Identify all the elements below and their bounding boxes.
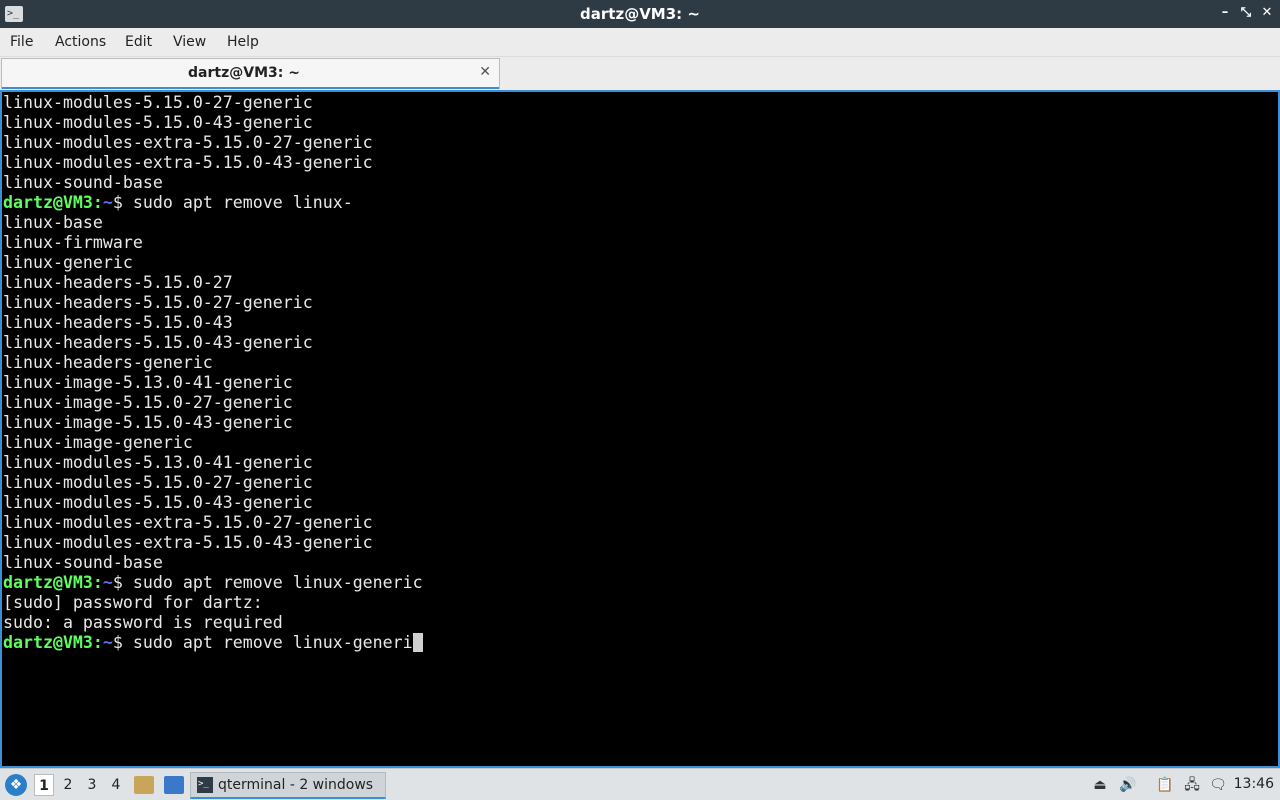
- tab-close-icon[interactable]: ✕: [479, 64, 491, 80]
- clipboard-icon[interactable]: 📋: [1156, 776, 1174, 794]
- desktop-1-button[interactable]: 1: [34, 774, 54, 796]
- prompt-user-host: dartz@VM3: [3, 573, 93, 592]
- taskbar-task-qterminal[interactable]: >_ qterminal - 2 windows: [190, 772, 386, 799]
- menu-view[interactable]: View: [173, 34, 206, 50]
- window-titlebar[interactable]: >_ dartz@VM3: ~ – ⤡ ✕: [0, 0, 1280, 28]
- clock: 13:46: [1233, 776, 1274, 792]
- taskbar: ❖ 1 2 3 4 >_ qterminal - 2 windows ⏏ 🔊 📋…: [0, 768, 1280, 800]
- terminal-output-line: linux-modules-5.15.0-43-generic: [3, 113, 313, 132]
- terminal-view[interactable]: linux-modules-5.15.0-27-generic linux-mod…: [0, 90, 1280, 768]
- prompt-separator: :: [92, 633, 103, 652]
- window-title: dartz@VM3: ~: [580, 5, 700, 23]
- terminal-output-line: linux-image-5.15.0-27-generic: [3, 393, 293, 412]
- terminal-output-line: linux-modules-5.13.0-41-generic: [3, 453, 313, 472]
- eject-icon[interactable]: ⏏: [1091, 776, 1109, 794]
- file-manager-icon[interactable]: [134, 776, 154, 794]
- prompt-path: ~: [102, 573, 113, 592]
- prompt-user-host: dartz@VM3: [3, 193, 93, 212]
- terminal-output-line: linux-modules-5.15.0-27-generic: [3, 473, 313, 492]
- tab-active-indicator: [2, 87, 499, 89]
- terminal-output-line: linux-modules-extra-5.15.0-27-generic: [3, 513, 373, 532]
- command-text: sudo apt remove linux-generic: [132, 573, 423, 592]
- volume-icon[interactable]: 🔊: [1119, 776, 1137, 794]
- terminal-output-line: linux-headers-5.15.0-27-generic: [3, 293, 313, 312]
- prompt-symbol: $: [112, 633, 133, 652]
- terminal-cursor: [412, 633, 423, 652]
- tab-bar: dartz@VM3: ~ ✕: [0, 57, 1280, 90]
- terminal-output-line: linux-modules-5.15.0-27-generic: [3, 93, 313, 112]
- prompt-path: ~: [102, 633, 113, 652]
- terminal-output-line: linux-modules-extra-5.15.0-27-generic: [3, 133, 373, 152]
- terminal-output: linux-modules-5.15.0-27-generic linux-mod…: [3, 93, 423, 653]
- prompt-separator: :: [92, 573, 103, 592]
- prompt-symbol: $: [112, 573, 133, 592]
- menu-help[interactable]: Help: [227, 34, 259, 50]
- network-icon[interactable]: 🖧: [1183, 776, 1201, 794]
- minimize-button[interactable]: –: [1216, 4, 1234, 22]
- prompt-separator: :: [92, 193, 103, 212]
- terminal-output-line: linux-sound-base: [3, 173, 163, 192]
- tab-terminal[interactable]: dartz@VM3: ~ ✕: [1, 58, 500, 89]
- terminal-output-line: linux-modules-extra-5.15.0-43-generic: [3, 153, 373, 172]
- prompt-user-host: dartz@VM3: [3, 633, 93, 652]
- terminal-prompt-line: dartz@VM3:~$ sudo apt remove linux-gener…: [3, 633, 423, 653]
- terminal-output-line: linux-firmware: [3, 233, 143, 252]
- menu-edit[interactable]: Edit: [125, 34, 152, 50]
- updates-icon[interactable]: 🗨: [1209, 776, 1227, 794]
- terminal-output-line: linux-image-generic: [3, 433, 193, 452]
- terminal-output-line: sudo: a password is required: [3, 613, 283, 632]
- lxqt-menu-icon[interactable]: ❖: [5, 774, 27, 796]
- terminal-output-line: linux-generic: [3, 253, 133, 272]
- terminal-output-line: linux-headers-5.15.0-43: [3, 313, 233, 332]
- terminal-output-line: linux-headers-5.15.0-27: [3, 273, 233, 292]
- terminal-output-line: linux-base: [3, 213, 103, 232]
- terminal-output-line: linux-headers-generic: [3, 353, 213, 372]
- command-text: sudo apt remove linux-: [132, 193, 353, 212]
- show-desktop-icon[interactable]: [164, 776, 184, 794]
- desktop-2-button[interactable]: 2: [58, 774, 78, 796]
- task-label: qterminal - 2 windows: [218, 777, 374, 793]
- terminal-output-line: linux-modules-extra-5.15.0-43-generic: [3, 533, 373, 552]
- terminal-output-line: linux-sound-base: [3, 553, 163, 572]
- desktop-3-button[interactable]: 3: [82, 774, 102, 796]
- terminal-output-line: linux-headers-5.15.0-43-generic: [3, 333, 313, 352]
- command-text: sudo apt remove linux-generi: [132, 633, 413, 652]
- terminal-output-line: linux-modules-5.15.0-43-generic: [3, 493, 313, 512]
- tab-label: dartz@VM3: ~: [188, 65, 300, 81]
- terminal-output-line: [sudo] password for dartz:: [3, 593, 263, 612]
- prompt-symbol: $: [112, 193, 133, 212]
- prompt-path: ~: [102, 193, 113, 212]
- menu-bar: File Actions Edit View Help: [0, 28, 1280, 57]
- menu-file[interactable]: File: [10, 34, 33, 50]
- maximize-button[interactable]: ⤡: [1237, 4, 1255, 22]
- terminal-task-icon: >_: [197, 777, 213, 793]
- close-button[interactable]: ✕: [1258, 4, 1276, 22]
- terminal-prompt-line: dartz@VM3:~$ sudo apt remove linux-gener…: [3, 573, 423, 593]
- terminal-output-line: linux-image-5.13.0-41-generic: [3, 373, 293, 392]
- menu-actions[interactable]: Actions: [55, 34, 106, 50]
- terminal-prompt-line: dartz@VM3:~$ sudo apt remove linux-: [3, 193, 423, 213]
- desktop-4-button[interactable]: 4: [106, 774, 126, 796]
- terminal-output-line: linux-image-5.15.0-43-generic: [3, 413, 293, 432]
